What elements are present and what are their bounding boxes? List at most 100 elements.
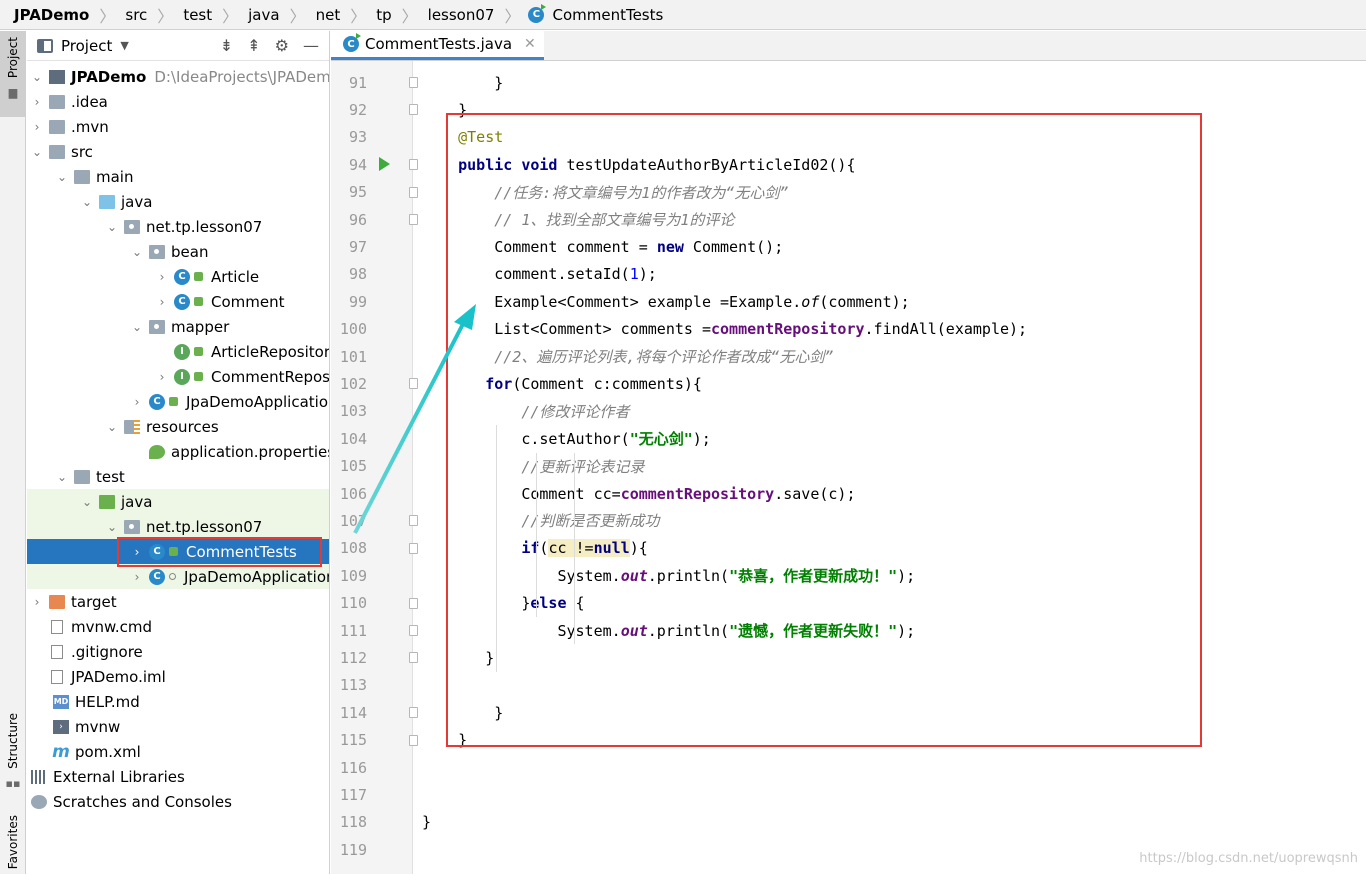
breadcrumb-item-commenttests[interactable]: CCommentTests [528, 0, 665, 30]
chevron-down-icon[interactable]: ⌄ [129, 245, 145, 259]
breadcrumb-item-lesson07[interactable]: lesson07〉 [426, 0, 529, 30]
breadcrumb-item-java[interactable]: java〉 [246, 0, 313, 30]
chevron-right-icon[interactable]: › [129, 545, 145, 559]
chevron-down-icon[interactable]: ⌄ [104, 220, 120, 234]
breadcrumb-item-test[interactable]: test〉 [181, 0, 246, 30]
tree-item-comment[interactable]: ›CComment [27, 289, 330, 314]
project-view-selector[interactable]: Project [61, 37, 112, 55]
tree-item-mapper[interactable]: ⌄mapper [27, 314, 330, 339]
line-number[interactable]: 97 [331, 233, 411, 260]
chevron-right-icon[interactable]: › [154, 295, 170, 309]
tree-item-jpademo-application[interactable]: ›CJpaDemoApplication [27, 389, 330, 414]
line-number[interactable]: 100 [331, 316, 411, 343]
chevron-right-icon[interactable]: › [129, 570, 145, 584]
chevron-down-icon[interactable]: ⌄ [29, 70, 45, 84]
chevron-down-icon[interactable]: ⌄ [104, 520, 120, 534]
chevron-right-icon[interactable]: › [154, 370, 170, 384]
line-number[interactable]: 115 [331, 727, 411, 754]
tree-item-src[interactable]: ⌄src [27, 139, 330, 164]
tree-item-target[interactable]: ›target [27, 589, 330, 614]
tree-item-commenttests[interactable]: ›CCommentTests [27, 539, 330, 564]
close-icon[interactable]: ✕ [524, 36, 536, 52]
tree-item-resources[interactable]: ⌄resources [27, 414, 330, 439]
tab-commenttests-java[interactable]: C CommentTests.java ✕ [331, 31, 544, 60]
line-number[interactable]: 92 [331, 96, 411, 123]
chevron-down-icon[interactable]: ⌄ [54, 470, 70, 484]
tree-item-main-package[interactable]: ⌄net.tp.lesson07 [27, 214, 330, 239]
chevron-down-icon[interactable]: ⌄ [79, 495, 95, 509]
line-number[interactable]: 95 [331, 179, 411, 206]
tree-item-jpademo-application-tests[interactable]: ›CJpaDemoApplicationTests [27, 564, 330, 589]
line-number[interactable]: 96 [331, 206, 411, 233]
tree-item-scratches[interactable]: Scratches and Consoles [27, 789, 330, 814]
tree-item-external-libraries[interactable]: External Libraries [27, 764, 330, 789]
line-number[interactable]: 109 [331, 562, 411, 589]
line-number[interactable]: 94 [331, 151, 411, 178]
hide-icon[interactable]: — [303, 36, 319, 55]
chevron-down-icon[interactable]: ⌄ [104, 420, 120, 434]
chevron-down-icon[interactable]: ⌄ [79, 195, 95, 209]
run-test-icon[interactable] [379, 157, 390, 171]
tree-item-mvnw[interactable]: ›mvnw [27, 714, 330, 739]
tool-tab-project[interactable]: Project ▆ [0, 31, 26, 117]
tree-item-comment-repository[interactable]: ›ICommentRepository [27, 364, 330, 389]
tree-item-pom-xml[interactable]: mpom.xml [27, 739, 330, 764]
tree-item-mvnw-cmd[interactable]: mvnw.cmd [27, 614, 330, 639]
line-number[interactable]: 116 [331, 754, 411, 781]
tree-item-test-package[interactable]: ⌄net.tp.lesson07 [27, 514, 330, 539]
line-number[interactable]: 107 [331, 507, 411, 534]
line-number[interactable]: 111 [331, 617, 411, 644]
breadcrumb-item-net[interactable]: net〉 [314, 0, 375, 30]
tool-tab-favorites[interactable]: Favorites [0, 809, 26, 873]
line-number[interactable]: 118 [331, 809, 411, 836]
tree-item-bean[interactable]: ⌄bean [27, 239, 330, 264]
tree-item-article-repository[interactable]: IArticleRepository [27, 339, 330, 364]
line-number[interactable]: 110 [331, 590, 411, 617]
chevron-right-icon[interactable]: › [29, 120, 45, 134]
line-number[interactable]: 98 [331, 261, 411, 288]
dropdown-arrow-icon[interactable]: ▼ [120, 39, 128, 52]
line-number[interactable]: 103 [331, 398, 411, 425]
line-number[interactable]: 105 [331, 453, 411, 480]
line-number[interactable]: 112 [331, 644, 411, 671]
tree-item-gitignore[interactable]: .gitignore [27, 639, 330, 664]
code-area[interactable]: } } @Test public void testUpdateAuthorBy… [414, 61, 1366, 874]
tool-tab-structure[interactable]: Structure ▪▪ [0, 707, 26, 793]
line-number[interactable]: 102 [331, 370, 411, 397]
breadcrumb-item-project[interactable]: JPADemo〉 [12, 0, 123, 30]
line-number[interactable]: 93 [331, 124, 411, 151]
line-number[interactable]: 117 [331, 781, 411, 808]
chevron-down-icon[interactable]: ⌄ [29, 145, 45, 159]
tree-item-main-java[interactable]: ⌄java [27, 189, 330, 214]
breadcrumb-item-src[interactable]: src〉 [123, 0, 181, 30]
chevron-down-icon[interactable]: ⌄ [54, 170, 70, 184]
line-number[interactable]: 99 [331, 288, 411, 315]
tree-item-test[interactable]: ⌄test [27, 464, 330, 489]
tree-item-help-md[interactable]: MDHELP.md [27, 689, 330, 714]
tree-item-idea[interactable]: ›.idea [27, 89, 330, 114]
expand-all-icon[interactable]: ⇞ [247, 36, 260, 55]
breadcrumb-item-tp[interactable]: tp〉 [374, 0, 425, 30]
tree-item-article[interactable]: ›CArticle [27, 264, 330, 289]
chevron-right-icon[interactable]: › [29, 95, 45, 109]
tree-item-mvn[interactable]: ›.mvn [27, 114, 330, 139]
chevron-down-icon[interactable]: ⌄ [129, 320, 145, 334]
tree-item-main[interactable]: ⌄main [27, 164, 330, 189]
line-number[interactable]: 114 [331, 699, 411, 726]
line-number[interactable]: 113 [331, 672, 411, 699]
tree-item-application-properties[interactable]: application.properties [27, 439, 330, 464]
line-number[interactable]: 91 [331, 69, 411, 96]
chevron-right-icon[interactable]: › [129, 395, 145, 409]
collapse-all-icon[interactable]: ⇟ [220, 36, 233, 55]
line-number[interactable]: 104 [331, 425, 411, 452]
chevron-right-icon[interactable]: › [154, 270, 170, 284]
gear-icon[interactable]: ⚙ [275, 36, 289, 55]
tree-item-test-java[interactable]: ⌄java [27, 489, 330, 514]
line-number[interactable]: 108 [331, 535, 411, 562]
tree-item-jpademo-iml[interactable]: JPADemo.iml [27, 664, 330, 689]
line-number[interactable]: 101 [331, 343, 411, 370]
line-number[interactable]: 119 [331, 836, 411, 863]
chevron-right-icon[interactable]: › [29, 595, 45, 609]
tree-item-project-root[interactable]: ⌄JPADemoD:\IdeaProjects\JPADemo [27, 64, 330, 89]
line-number[interactable]: 106 [331, 480, 411, 507]
